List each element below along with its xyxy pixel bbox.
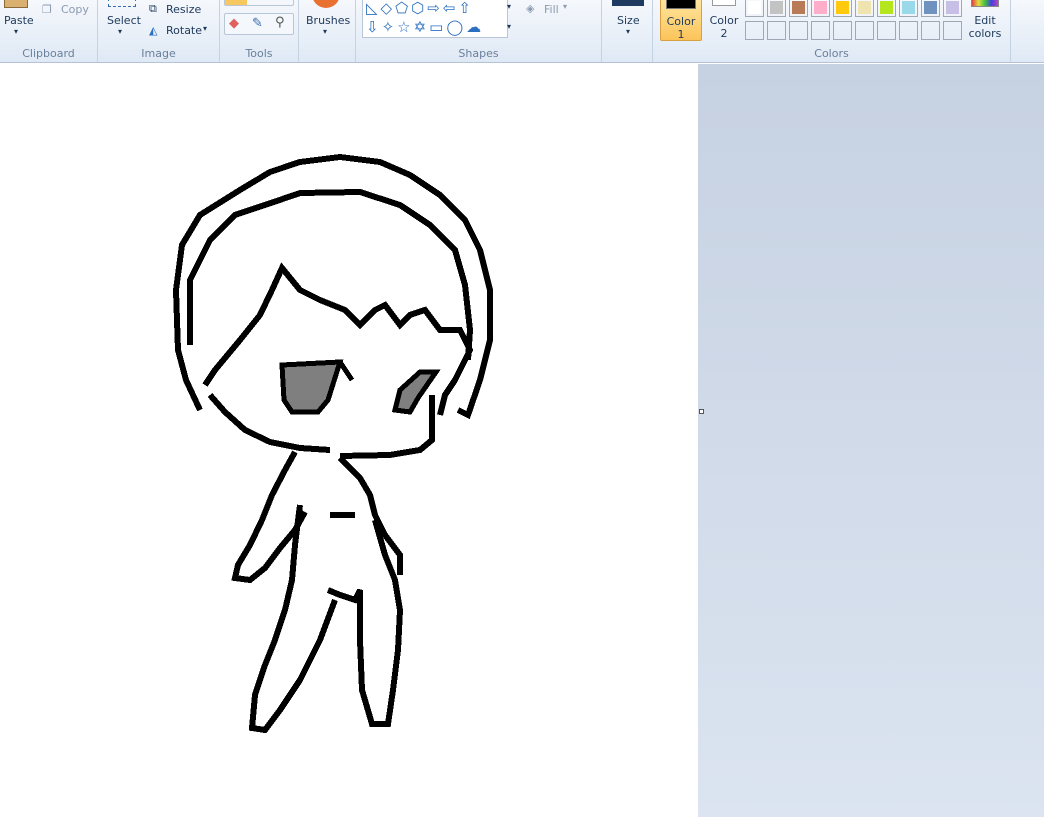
edit-colors-icon xyxy=(971,0,999,7)
palette-swatch[interactable] xyxy=(877,0,896,17)
canvas-resize-handle[interactable] xyxy=(699,409,704,414)
select-dropdown-icon[interactable]: ▾ xyxy=(118,27,122,36)
tools-group-label: Tools xyxy=(245,47,273,60)
shapes-scroll-icon[interactable]: ▾ xyxy=(507,2,511,11)
image-group-label: Image xyxy=(141,47,176,60)
brushes-group: Brushes ▾ xyxy=(299,0,356,62)
rotate-button[interactable]: Rotate xyxy=(166,24,202,37)
size-icon xyxy=(612,0,644,6)
fill-dropdown-icon[interactable]: ▾ xyxy=(563,2,567,11)
size-button[interactable]: Size xyxy=(617,14,640,27)
shapes-gallery[interactable]: ◺◇⬠⬡⇨⇦⇧ ⇩✧☆✡▭◯☁ xyxy=(362,0,508,38)
color1-label: Color xyxy=(666,15,696,28)
fill-icon: ◈ xyxy=(526,2,535,15)
colors-group: Color 1 Color 2 Edit colors Colors xyxy=(653,0,1011,62)
hair-inner xyxy=(187,188,474,361)
edit-colors-button[interactable]: Edit colors xyxy=(966,14,1004,40)
palette-swatch[interactable] xyxy=(745,21,764,40)
palette-swatch[interactable] xyxy=(833,21,852,40)
palette-swatch[interactable] xyxy=(921,21,940,40)
color1-swatch xyxy=(666,0,696,9)
select-icon xyxy=(108,0,136,7)
rotate-dropdown-icon[interactable]: ▾ xyxy=(203,24,207,33)
palette-swatch[interactable] xyxy=(767,21,786,40)
eraser-icon[interactable]: ◆ xyxy=(229,16,239,31)
brushes-button[interactable]: Brushes xyxy=(306,14,350,27)
palette-swatch[interactable] xyxy=(811,0,830,17)
fill-button[interactable]: Fill xyxy=(544,3,559,16)
edit-colors-label: Edit xyxy=(974,14,996,27)
workspace-background xyxy=(698,64,1044,817)
color1-number: 1 xyxy=(677,28,685,41)
palette-swatch[interactable] xyxy=(811,21,830,40)
paste-button[interactable]: Paste xyxy=(4,14,34,27)
shapes-group-label: Shapes xyxy=(458,47,499,60)
eyelash xyxy=(337,360,355,382)
pixel-art-drawing xyxy=(172,153,493,734)
copy-button[interactable]: Copy xyxy=(61,3,89,16)
bangs xyxy=(202,262,474,416)
size-group: Size ▾ xyxy=(602,0,653,62)
select-button[interactable]: Select xyxy=(107,14,141,27)
clipboard-group-label: Clipboard xyxy=(22,47,75,60)
tools-group: ◆ ✎ ⚲ Tools xyxy=(220,0,299,62)
resize-icon: ⧉ xyxy=(149,2,157,15)
pencil-tool[interactable] xyxy=(225,0,247,5)
rotate-icon: ◭ xyxy=(149,24,158,37)
palette-swatch[interactable] xyxy=(855,0,874,17)
paste-dropdown-icon[interactable]: ▾ xyxy=(14,27,18,36)
shapes-group: ◺◇⬠⬡⇨⇦⇧ ⇩✧☆✡▭◯☁ ▾ ▾ ◈ Fill ▾ Shapes xyxy=(356,0,602,62)
palette-swatch[interactable] xyxy=(943,0,962,17)
drawing-canvas[interactable] xyxy=(0,64,698,817)
body-left xyxy=(231,450,338,734)
palette-swatch[interactable] xyxy=(943,21,962,40)
clipboard-group: Paste ▾ ❐ Copy Clipboard xyxy=(0,0,98,62)
palette-swatch[interactable] xyxy=(899,0,918,17)
tools-row-top xyxy=(224,0,294,6)
resize-button[interactable]: Resize xyxy=(166,3,201,16)
left-eye xyxy=(279,359,344,415)
copy-icon: ❐ xyxy=(42,3,52,16)
size-dropdown-icon[interactable]: ▾ xyxy=(626,27,630,36)
magnifier-icon[interactable]: ⚲ xyxy=(275,15,285,30)
color2-label: Color xyxy=(709,14,739,27)
palette-swatch[interactable] xyxy=(789,0,808,17)
palette-swatch[interactable] xyxy=(855,21,874,40)
tools-row: ◆ ✎ ⚲ xyxy=(224,13,294,35)
brushes-icon xyxy=(312,0,340,8)
palette-swatch[interactable] xyxy=(899,21,918,40)
color-picker-icon[interactable]: ✎ xyxy=(252,16,263,31)
palette-swatch[interactable] xyxy=(789,21,808,40)
ribbon: Paste ▾ ❐ Copy Clipboard Select ▾ ⧉ Resi… xyxy=(0,0,1044,63)
body-right xyxy=(326,455,404,727)
color1-button[interactable]: Color 1 xyxy=(660,0,702,41)
palette-swatch[interactable] xyxy=(921,0,940,17)
palette-swatch[interactable] xyxy=(877,21,896,40)
shapes-more-icon[interactable]: ▾ xyxy=(507,22,511,31)
edit-colors-label-2: colors xyxy=(968,27,1002,40)
color2-swatch xyxy=(712,0,736,6)
paste-icon xyxy=(4,0,28,8)
palette-swatch[interactable] xyxy=(833,0,852,17)
brushes-dropdown-icon[interactable]: ▾ xyxy=(323,27,327,36)
image-group: Select ▾ ⧉ Resize ◭ Rotate ▾ Image xyxy=(98,0,220,62)
color2-number: 2 xyxy=(720,27,728,40)
color2-button[interactable]: Color 2 xyxy=(706,0,748,41)
colors-group-label: Colors xyxy=(814,47,849,60)
palette-swatch[interactable] xyxy=(767,0,786,17)
palette-swatch[interactable] xyxy=(745,0,764,17)
